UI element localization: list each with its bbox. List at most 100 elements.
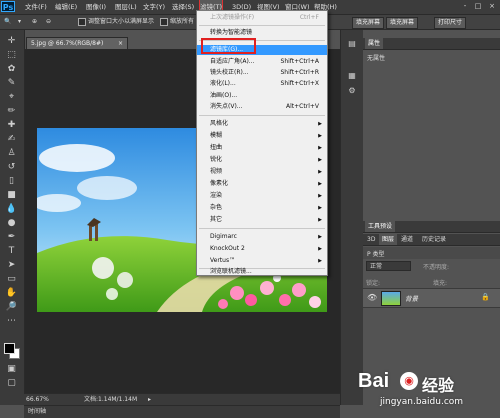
- properties-content: 无属性: [367, 55, 386, 62]
- tab-layers[interactable]: 图层: [379, 234, 398, 245]
- menu-item-filter-gallery[interactable]: 滤镜库(G)...: [197, 45, 327, 55]
- layer-thumbnail: [381, 291, 401, 306]
- menu-item-knockout[interactable]: KnockOut 2 ▶: [197, 244, 327, 254]
- menu-item-sharpen[interactable]: 锐化 ▶: [197, 155, 327, 165]
- tab-properties[interactable]: 属性: [365, 38, 384, 49]
- menu-item-other[interactable]: 其它 ▶: [197, 215, 327, 225]
- foreground-color-swatch[interactable]: [4, 343, 15, 354]
- tab-tool-presets[interactable]: 工具预设: [365, 221, 396, 232]
- menu-item-distort[interactable]: 扭曲 ▶: [197, 143, 327, 153]
- menu-item-last-filter: 上次滤镜操作(F) Ctrl+F: [210, 14, 319, 21]
- hand-tool-icon[interactable]: ✋: [5, 288, 18, 299]
- checkbox-icon: [78, 17, 86, 26]
- maximize-button[interactable]: □: [473, 2, 483, 11]
- brush-tool-icon[interactable]: ✍: [5, 134, 18, 145]
- menu-item-lens-correction[interactable]: 镜头校正(R)... Shift+Ctrl+R: [197, 68, 327, 78]
- fill-screen-button[interactable]: 填充屏幕: [352, 17, 385, 29]
- layer-name[interactable]: 背景: [405, 293, 418, 303]
- properties-panel-icon[interactable]: ▦: [346, 70, 358, 81]
- menu-item-vanishing-point[interactable]: 消失点(V)... Alt+Ctrl+V: [197, 102, 327, 112]
- menu-image[interactable]: 图像(I): [86, 0, 106, 14]
- zoom-in-icon[interactable]: ⊕: [32, 17, 37, 27]
- path-select-tool-icon[interactable]: ➤: [5, 260, 18, 271]
- filter-menu-dropdown: 上次滤镜操作(F) Ctrl+F 转换为智能滤镜 滤镜库(G)... 自适应广角(…: [196, 10, 328, 276]
- type-tool-icon[interactable]: T: [5, 246, 18, 257]
- tab-channels[interactable]: 通道: [398, 234, 416, 245]
- timeline-panel-tab[interactable]: 时间轴: [24, 405, 340, 418]
- lock-icon: 🔒: [481, 293, 490, 301]
- menu-item-convert-smart-filter[interactable]: 转换为智能滤镜: [197, 28, 327, 38]
- history-panel-icon[interactable]: ▤: [346, 38, 358, 49]
- menu-item-digimarc[interactable]: Digimarc ▶: [197, 232, 327, 242]
- menu-item-browse-online[interactable]: 浏览联机滤镜...: [197, 269, 327, 275]
- menu-item-liquify[interactable]: 液化(L)... Shift+Ctrl+X: [197, 79, 327, 89]
- resize-windows-label: 调整窗口大小以满屏显示: [88, 18, 155, 25]
- menu-item-pixelate[interactable]: 像素化 ▶: [197, 179, 327, 189]
- opacity-label: 不透明度:: [423, 264, 450, 271]
- menu-item-oil-paint[interactable]: 油画(O)...: [197, 91, 327, 101]
- pen-tool-icon[interactable]: ✒: [5, 232, 18, 243]
- blur-tool-icon[interactable]: 💧: [5, 204, 18, 215]
- baidu-watermark: Bai ◉ 经验 jingyan.baidu.com: [352, 360, 500, 415]
- eyedropper-tool-icon[interactable]: ✏: [5, 106, 18, 117]
- watermark-brand: Bai: [358, 370, 390, 392]
- menu-item-video[interactable]: 视频 ▶: [197, 167, 327, 177]
- menu-file[interactable]: 文件(F): [25, 0, 47, 14]
- adjustments-panel-icon[interactable]: ⚙: [346, 85, 358, 96]
- menu-item-render[interactable]: 渲染 ▶: [197, 191, 327, 201]
- lasso-tool-icon[interactable]: ✿: [5, 64, 18, 75]
- more-tools-icon[interactable]: ⋯: [5, 316, 18, 327]
- zoom-out-icon[interactable]: ⊖: [46, 17, 51, 27]
- menu-select[interactable]: 选择(S): [172, 0, 194, 14]
- layer-row-background[interactable]: 👁 背景 🔒: [363, 288, 500, 308]
- blend-mode-select[interactable]: 正常: [366, 261, 411, 271]
- document-tab[interactable]: 5.jpg @ 66.7%(RGB/8#) ×: [26, 37, 128, 49]
- healing-brush-tool-icon[interactable]: ✚: [5, 120, 18, 131]
- crop-tool-icon[interactable]: ⌖: [5, 92, 18, 103]
- zoom-options-icon[interactable]: ▾: [18, 17, 21, 27]
- right-panels: 属性 无属性 工具预设 3D 图层 通道 历史记录 P 类型 正常 不透明度: …: [363, 30, 500, 417]
- minimize-button[interactable]: -: [460, 2, 470, 11]
- tools-panel: ✛ ⬚ ✿ ✎ ⌖ ✏ ✚ ✍ ♙ ↺ ▯ ■ 💧 ● ✒ T ➤ ▭ ✋ 🔎 …: [0, 30, 25, 405]
- menu-edit[interactable]: 编辑(E): [55, 0, 77, 14]
- menu-item-adaptive-wide-angle[interactable]: 自适应广角(A)... Shift+Ctrl+A: [197, 57, 327, 67]
- shape-tool-icon[interactable]: ▭: [5, 274, 18, 285]
- layer-filter-row: P 类型: [363, 247, 500, 259]
- zoom-tool-icon[interactable]: 🔎: [5, 302, 18, 313]
- zoom-tool-icon[interactable]: 🔍: [4, 17, 11, 27]
- resize-windows-checkbox[interactable]: 调整窗口大小以满屏显示: [78, 17, 154, 27]
- layer-kind-filter[interactable]: P 类型: [367, 249, 385, 258]
- move-tool-icon[interactable]: ✛: [5, 36, 18, 47]
- properties-panel-header: 属性: [363, 38, 500, 50]
- tab-history[interactable]: 历史记录: [419, 234, 449, 245]
- quick-select-tool-icon[interactable]: ✎: [5, 78, 18, 89]
- menu-type[interactable]: 文字(Y): [143, 0, 165, 14]
- fill-label: 填充:: [433, 280, 448, 287]
- clone-stamp-tool-icon[interactable]: ♙: [5, 148, 18, 159]
- layers-panel-header: 3D 图层 通道 历史记录: [363, 234, 500, 246]
- dodge-tool-icon[interactable]: ●: [5, 218, 18, 229]
- marquee-tool-icon[interactable]: ⬚: [5, 50, 18, 61]
- print-size-button[interactable]: 打印尺寸: [434, 17, 467, 29]
- visibility-eye-icon[interactable]: 👁: [367, 293, 377, 302]
- quick-mask-icon[interactable]: ▣: [5, 364, 18, 375]
- menu-item-blur[interactable]: 模糊 ▶: [197, 131, 327, 141]
- close-window-button[interactable]: ×: [487, 2, 497, 11]
- checkbox-icon: [160, 17, 168, 26]
- zoom-all-checkbox[interactable]: 缩放所有: [160, 17, 194, 27]
- fill-screen-button-2[interactable]: 填充屏幕: [386, 17, 419, 29]
- watermark-url: jingyan.baidu.com: [380, 397, 464, 407]
- gradient-tool-icon[interactable]: ■: [5, 190, 18, 201]
- history-brush-tool-icon[interactable]: ↺: [5, 162, 18, 173]
- zoom-all-label: 缩放所有: [170, 18, 195, 25]
- tab-3d[interactable]: 3D: [364, 234, 378, 245]
- menu-item-noise[interactable]: 杂色 ▶: [197, 203, 327, 213]
- eraser-tool-icon[interactable]: ▯: [5, 176, 18, 187]
- menu-item-vertus[interactable]: Vertus™ ▶: [197, 256, 327, 266]
- menu-item-stylize[interactable]: 风格化 ▶: [197, 119, 327, 129]
- menu-layer[interactable]: 图层(L): [115, 0, 137, 14]
- timeline-label: 时间轴: [28, 408, 47, 415]
- baidu-paw-icon: ◉: [400, 372, 418, 390]
- tool-presets-header: 工具预设: [363, 221, 500, 233]
- screen-mode-icon[interactable]: ▢: [5, 378, 18, 389]
